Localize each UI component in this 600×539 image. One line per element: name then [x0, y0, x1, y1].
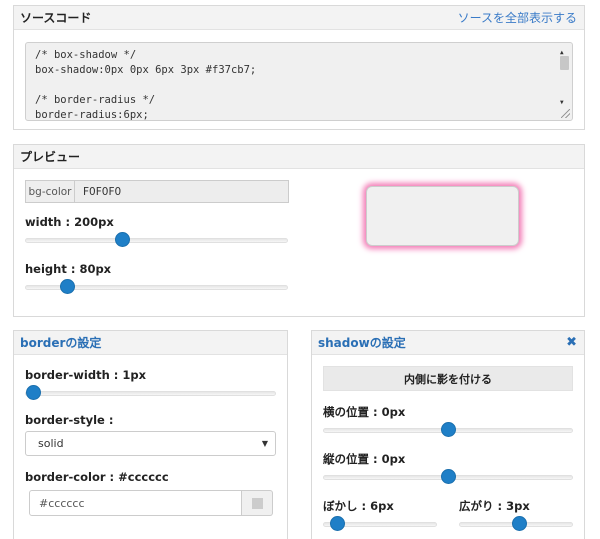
width-label: width : 200px — [25, 215, 114, 229]
source-code-panel: ソースコード ソースを全部表示する /* box-shadow */ box-s… — [13, 5, 585, 130]
code-line: border-radius:6px; — [35, 109, 149, 121]
slider-track — [25, 238, 288, 243]
border-width-label: border-width : 1px — [25, 368, 147, 382]
width-slider[interactable] — [25, 232, 288, 247]
scroll-thumb[interactable] — [560, 56, 569, 70]
close-icon[interactable]: ✖ — [566, 335, 577, 350]
color-swatch-icon — [251, 497, 263, 509]
show-all-source-link[interactable]: ソースを全部表示する — [458, 9, 577, 26]
preview-panel-header: プレビュー — [14, 145, 584, 169]
inset-shadow-button[interactable]: 内側に影を付ける — [323, 366, 573, 391]
blur-slider[interactable] — [323, 516, 437, 531]
border-panel-title: borderの設定 — [20, 336, 102, 350]
shadow-panel-title: shadowの設定 — [318, 336, 406, 350]
border-style-label: border-style : — [25, 413, 114, 427]
slider-handle[interactable] — [25, 385, 41, 400]
spread-label: 広がり : 3px — [459, 499, 530, 513]
horizontal-offset-label: 横の位置 : 0px — [323, 405, 406, 419]
height-label: height : 80px — [25, 262, 112, 276]
code-scrollbar[interactable]: ▲ ▼ — [559, 45, 570, 106]
height-slider[interactable] — [25, 279, 288, 294]
border-settings-panel: borderの設定 border-width : 1px border-styl… — [13, 330, 288, 539]
vertical-offset-label: 縦の位置 : 0px — [323, 452, 406, 466]
code-line: /* border-radius */ — [35, 94, 156, 106]
resize-grip-icon[interactable] — [561, 109, 570, 118]
bg-color-group: bg-color F0F0F0 — [25, 180, 289, 203]
slider-track — [25, 391, 276, 396]
border-width-slider[interactable] — [25, 385, 276, 400]
source-panel-title: ソースコード — [20, 11, 92, 25]
border-color-label: border-color : #cccccc — [25, 470, 169, 484]
preview-box — [366, 186, 519, 246]
scroll-down-icon[interactable]: ▼ — [560, 95, 564, 110]
shadow-settings-panel: shadowの設定 ✖ 内側に影を付ける 横の位置 : 0px 縦の位置 : 0… — [311, 330, 585, 539]
border-panel-header: borderの設定 — [14, 331, 287, 355]
code-line: box-shadow:0px 0px 6px 3px #f37cb7; — [35, 64, 257, 76]
slider-handle[interactable] — [441, 422, 456, 437]
bg-color-label: bg-color — [25, 180, 75, 203]
chevron-down-icon: ▼ — [261, 439, 268, 448]
slider-handle[interactable] — [329, 516, 345, 531]
source-panel-header: ソースコード ソースを全部表示する — [14, 6, 584, 30]
preview-panel: プレビュー bg-color F0F0F0 width : 200px heig… — [13, 144, 585, 317]
slider-handle[interactable] — [60, 279, 76, 294]
border-color-group: #cccccc — [29, 490, 273, 516]
shadow-panel-header: shadowの設定 ✖ — [312, 331, 584, 355]
blur-label: ぼかし : 6px — [323, 499, 394, 513]
border-color-input[interactable]: #cccccc — [29, 490, 242, 516]
source-code-textarea[interactable]: /* box-shadow */ box-shadow:0px 0px 6px … — [25, 42, 573, 121]
border-style-select[interactable]: solid ▼ — [25, 431, 276, 456]
slider-handle[interactable] — [115, 232, 131, 247]
vertical-offset-slider[interactable] — [323, 469, 573, 484]
horizontal-offset-slider[interactable] — [323, 422, 573, 437]
preview-panel-title: プレビュー — [20, 150, 81, 164]
border-style-selected-value: solid — [38, 437, 64, 450]
code-line: /* box-shadow */ — [35, 49, 137, 61]
color-picker-button[interactable] — [242, 490, 273, 516]
slider-handle[interactable] — [512, 516, 528, 531]
bg-color-input[interactable]: F0F0F0 — [75, 180, 289, 203]
spread-slider[interactable] — [459, 516, 573, 531]
slider-handle[interactable] — [441, 469, 456, 484]
